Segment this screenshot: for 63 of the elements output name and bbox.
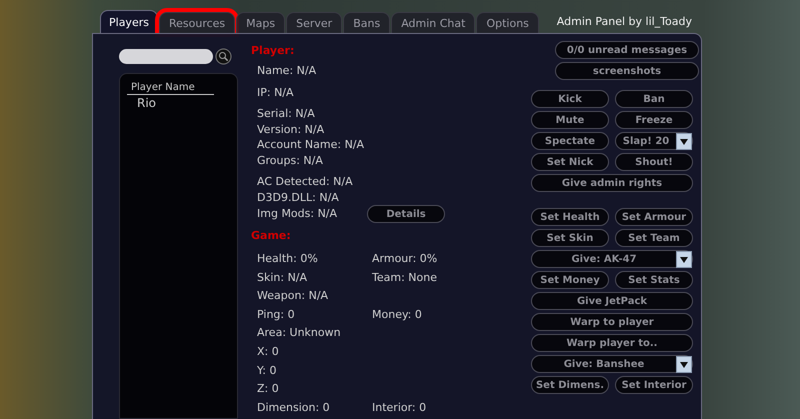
action-button[interactable]: Set Money: [531, 271, 609, 289]
info-text: AC Detected: N/A: [257, 174, 354, 190]
search-field[interactable]: [119, 49, 213, 64]
action-button[interactable]: screenshots: [555, 62, 699, 80]
tab[interactable]: Options: [476, 12, 539, 33]
dropdown[interactable]: Give: Banshee: [531, 355, 693, 373]
caret-icon: [676, 133, 692, 150]
info-text: Z: 0: [257, 382, 280, 398]
info-text: Account Name: N/A: [257, 137, 366, 152]
info-text: Img Mods: N/A: [257, 206, 338, 222]
info-text: Y: 0: [257, 364, 278, 379]
info-text: IP: N/A: [257, 84, 295, 100]
caret-icon: [676, 356, 692, 373]
info-text: Name: N/A: [257, 63, 318, 78]
info-text: Version: N/A: [257, 122, 326, 137]
action-button[interactable]: Give JetPack: [531, 292, 693, 310]
action-button[interactable]: Spectate: [531, 132, 609, 150]
tab[interactable]: Players: [100, 10, 158, 33]
info-text: Team: None: [372, 270, 438, 286]
search-icon: [215, 48, 232, 65]
info-text: Weapon: N/A: [257, 289, 330, 304]
info-text: X: 0: [257, 344, 280, 360]
info-text: Area: Unknown: [257, 326, 342, 342]
dropdown[interactable]: Slap! 20: [615, 132, 693, 150]
section-heading: Player:: [251, 44, 296, 57]
action-button[interactable]: Set Dimens.: [531, 376, 609, 394]
action-button[interactable]: Set Stats: [615, 271, 693, 289]
caret-icon: [676, 251, 692, 268]
action-button[interactable]: Set Health: [531, 208, 609, 226]
action-button[interactable]: Ban: [615, 90, 693, 108]
window-title: Admin Panel by lil_Toady: [556, 15, 692, 28]
info-text: D3D9.DLL: N/A: [257, 190, 340, 205]
column-header: Player Name: [127, 82, 214, 95]
action-button[interactable]: 0/0 unread messages: [555, 41, 699, 59]
info-text: Health: 0%: [257, 252, 319, 267]
info-text: Money: 0: [372, 308, 423, 323]
info-text: Ping: 0: [257, 308, 296, 323]
details-button[interactable]: Details: [367, 205, 446, 223]
action-button[interactable]: Set Interior: [615, 376, 693, 394]
info-text: Interior: 0: [372, 400, 428, 416]
action-button[interactable]: Set Team: [615, 229, 693, 247]
info-text: Groups: N/A: [257, 152, 324, 168]
player-row[interactable]: Rio: [127, 95, 214, 110]
action-button[interactable]: Set Nick: [531, 153, 609, 171]
action-button[interactable]: Shout!: [615, 153, 693, 171]
info-text: Dimension: 0: [257, 400, 331, 416]
info-text: Armour: 0%: [372, 252, 438, 267]
tab[interactable]: Maps: [236, 12, 286, 33]
tab[interactable]: Admin Chat: [391, 12, 476, 33]
info-text: Serial: N/A: [257, 106, 316, 122]
tab[interactable]: Server: [286, 12, 342, 33]
action-button[interactable]: Set Skin: [531, 229, 609, 247]
action-button[interactable]: Set Armour: [615, 208, 693, 226]
tab[interactable]: Bans: [343, 12, 390, 33]
action-button[interactable]: Warp to player: [531, 313, 693, 331]
section-heading: Game:: [251, 229, 292, 242]
action-button[interactable]: Kick: [531, 90, 609, 108]
dropdown[interactable]: Give: AK-47: [531, 250, 693, 268]
info-text: Skin: N/A: [257, 270, 308, 286]
action-button[interactable]: Give admin rights: [531, 174, 693, 192]
action-button[interactable]: Freeze: [615, 111, 693, 129]
action-button[interactable]: Mute: [531, 111, 609, 129]
action-button[interactable]: Warp player to..: [531, 334, 693, 352]
